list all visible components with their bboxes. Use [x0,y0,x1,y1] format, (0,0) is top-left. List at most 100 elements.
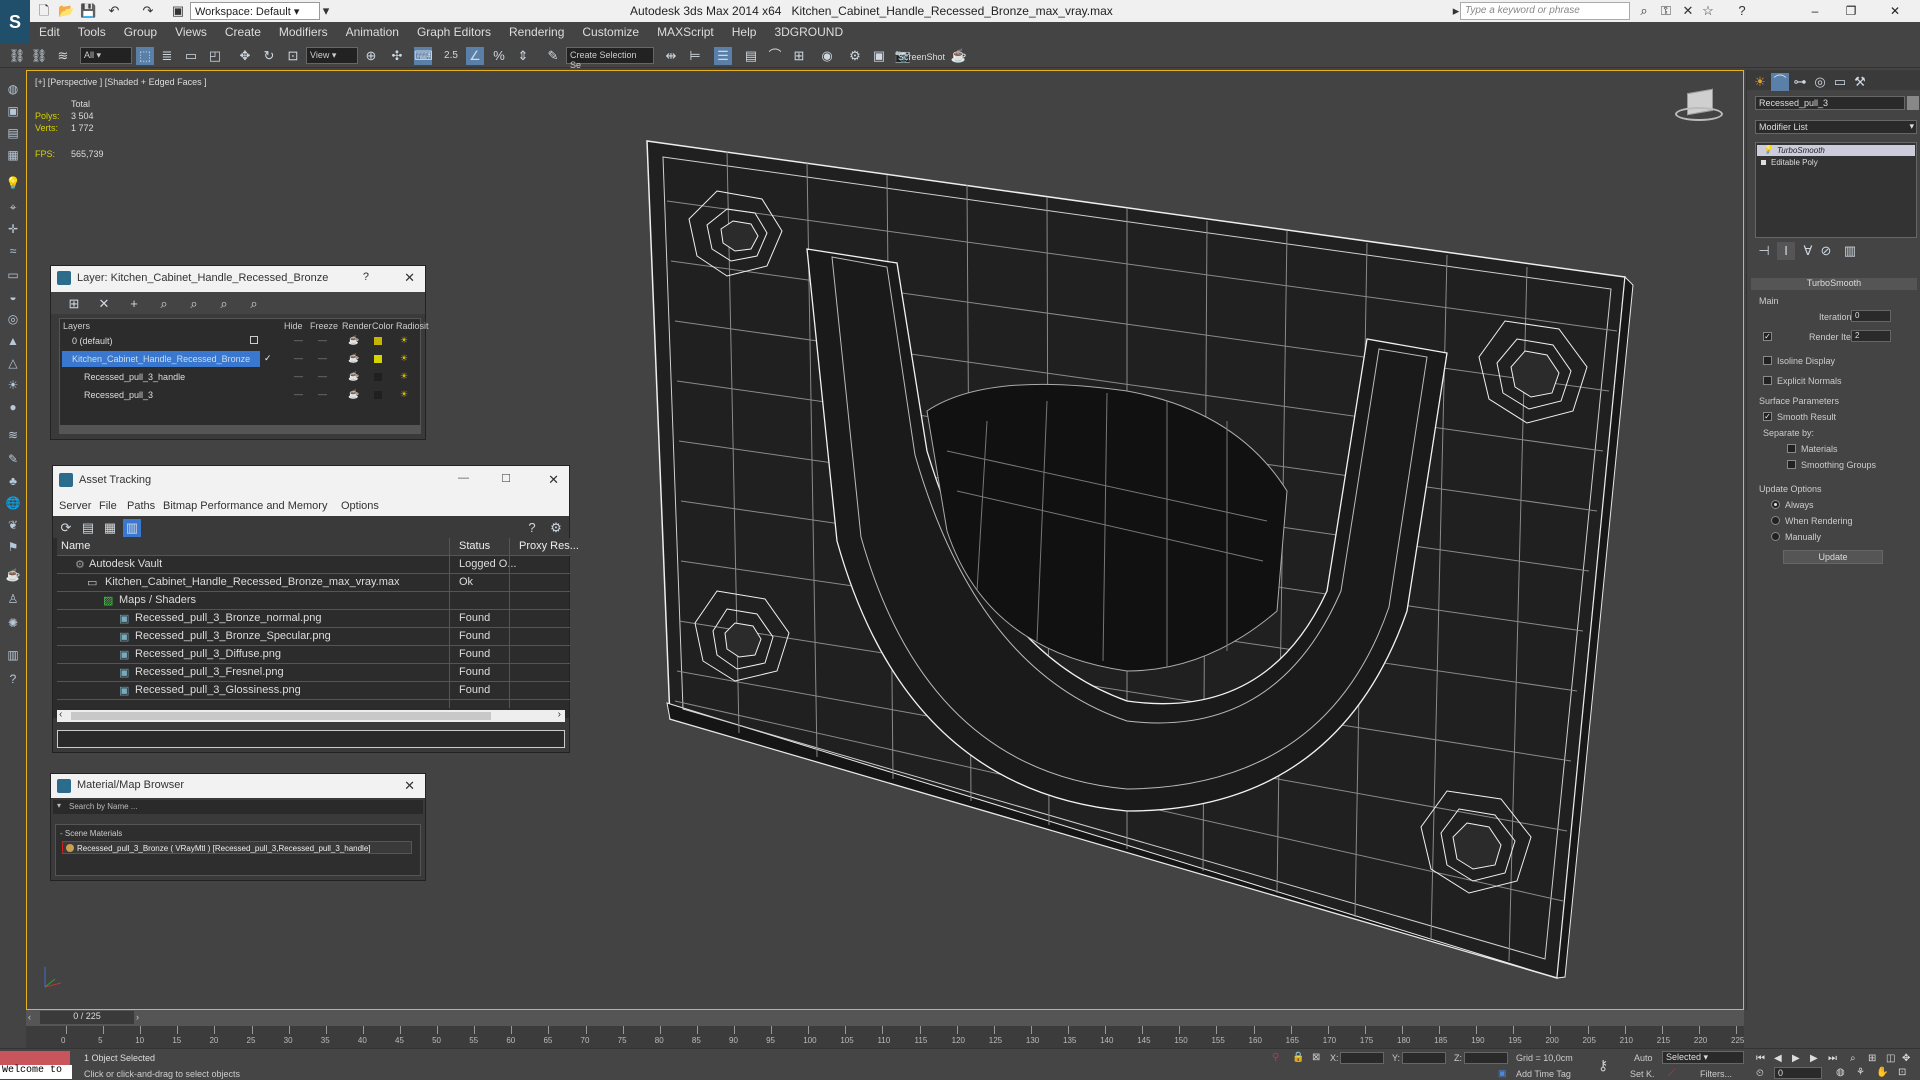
asset-row[interactable]: ▣ Recessed_pull_3_Glossiness.png Found [57,682,570,700]
rendered-frame-icon[interactable]: ▣ [870,47,888,65]
scroll-thumb[interactable] [71,712,491,720]
asset-header-status[interactable]: Status [459,540,490,552]
layer-horizontal-scrollbar[interactable] [60,425,420,433]
isoline-checkbox[interactable] [1763,356,1772,365]
radiosity-icon[interactable]: ☀ [400,353,408,364]
list-view-icon[interactable]: ▤ [79,519,97,537]
layer-window-help-button[interactable]: ? [363,271,369,283]
cloth-icon[interactable]: ⚑ [4,538,22,556]
select-rotate-icon[interactable]: ↻ [260,47,278,65]
layer-current-checkbox[interactable] [250,336,258,344]
expand-icon[interactable] [1761,160,1766,165]
modifier-stack-item-editable-poly[interactable]: Editable Poly [1757,157,1915,168]
select-manipulate-icon[interactable]: ✣ [388,47,406,65]
settings-icon[interactable]: ⚙ [547,519,565,537]
lock-selection-icon[interactable]: 🔒 [1292,1052,1304,1063]
angle-snap-icon[interactable]: ∠ [466,47,484,65]
menu-customize[interactable]: Customize [573,22,648,42]
layer-freeze-all-icon[interactable]: ⌕ [245,295,263,313]
asset-horizontal-scrollbar[interactable]: ‹ › [57,709,565,722]
asset-row[interactable]: ▭ Kitchen_Cabinet_Handle_Recessed_Bronze… [57,574,570,592]
radiosity-icon[interactable]: ☀ [400,371,408,382]
select-object-icon[interactable]: ⬚ [136,47,154,65]
torus-icon[interactable]: ◎ [4,310,22,328]
maximize-viewport-icon[interactable]: ⊡ [1898,1067,1906,1078]
layer-hide-all-icon[interactable]: ⌕ [215,295,233,313]
previous-frame-icon[interactable]: ◀ [1774,1053,1782,1064]
render-iters-spinner[interactable]: 2 [1851,330,1891,342]
asset-window-minimize-button[interactable]: — [458,472,469,484]
asset-row[interactable]: ▣ Recessed_pull_3_Bronze_Specular.png Fo… [57,628,570,646]
smoothing-groups-checkbox[interactable] [1787,460,1796,469]
asset-window-maximize-button[interactable]: ☐ [501,472,511,485]
asset-row[interactable]: ⚙ Autodesk Vault Logged O... [57,556,570,574]
create-box-icon[interactable]: ▣ [4,102,22,120]
refresh-icon[interactable]: ⟳ [57,519,75,537]
menu-modifiers[interactable]: Modifiers [270,22,337,42]
material-window-close-icon[interactable]: ✕ [404,778,415,794]
layer-color-swatch[interactable] [374,337,382,345]
curve-editor-icon[interactable]: ⌒ [766,47,784,65]
snaps-toggle-icon[interactable]: 2.5 [442,47,460,65]
modify-tab-icon[interactable]: ⌒ [1771,73,1789,91]
asset-menu-server[interactable]: Server [59,500,91,512]
asset-window-close-icon[interactable]: ✕ [548,472,559,488]
go-to-start-icon[interactable]: ⏮ [1756,1053,1765,1064]
layer-hide-toggle[interactable]: — [294,353,303,363]
select-scale-icon[interactable]: ⊡ [284,47,302,65]
layer-header-color[interactable]: Color [372,321,394,331]
time-slider[interactable]: ‹ 0 / 225 › [26,1010,1744,1026]
search-input[interactable]: Type a keyword or phrase [1460,2,1630,20]
help-icon[interactable]: ? [523,519,541,537]
material-window-titlebar[interactable]: Material/Map Browser ✕ [51,774,425,798]
layer-header-freeze[interactable]: Freeze [310,321,338,331]
create-tab-icon[interactable]: ☀ [1751,73,1769,91]
material-item[interactable]: Recessed_pull_3_Bronze ( VRayMtl ) [Rece… [62,841,412,854]
menu-tools[interactable]: Tools [69,22,115,42]
key-filters-button[interactable]: Filters... [1700,1069,1732,1079]
layer-color-swatch[interactable] [374,373,382,381]
absolute-mode-icon[interactable]: ⊠ [1312,1052,1320,1063]
asset-menu-bitmap-performance[interactable]: Bitmap Performance and Memory [163,500,327,512]
teapot-render-icon[interactable]: ☕ [348,371,359,382]
teapot-render-icon[interactable]: ☕ [348,353,359,364]
key-icon[interactable]: ⚿ [1658,3,1674,19]
maximize-button[interactable]: ❐ [1836,2,1866,20]
light-icon[interactable]: 💡 [4,174,22,192]
menu-rendering[interactable]: Rendering [500,22,573,42]
menu-maxscript[interactable]: MAXScript [648,22,723,42]
tree-icon[interactable]: ♣ [4,472,22,490]
materials-checkbox[interactable] [1787,444,1796,453]
geosphere-icon[interactable]: ● [4,398,22,416]
layer-header-radiosity[interactable]: Radiosit [396,321,429,331]
unlink-icon[interactable]: ⛓ [30,47,48,65]
object-color-swatch[interactable] [1907,96,1919,110]
maxscript-input[interactable]: Welcome to [0,1065,72,1079]
select-by-name-icon[interactable]: ≣ [158,47,176,65]
track-bar[interactable]: 0 5 10 15 20 25 30 35 40 45 50 55 60 65 70 75 80 85 90 95 10… [26,1026,1744,1048]
schematic-view-icon[interactable]: ⊞ [790,47,808,65]
layer-header-name[interactable]: Layers [63,321,90,331]
layer-add-selected-icon[interactable]: + [125,295,143,313]
undo-icon[interactable]: ↶ [106,3,122,19]
key-filter-dropdown[interactable]: Selected ▾ [1662,1051,1744,1064]
time-slider-prev-icon[interactable]: ‹ [28,1012,31,1022]
add-time-tag-label[interactable]: Add Time Tag [1516,1069,1571,1079]
spinner-snap-icon[interactable]: ⇕ [514,47,532,65]
layer-freeze-toggle[interactable]: — [318,353,327,363]
graphite-ribbon-icon[interactable]: ▤ [742,47,760,65]
menu-create[interactable]: Create [216,22,270,42]
next-frame-icon[interactable]: ▶ [1810,1053,1818,1064]
teapot-render-icon[interactable]: ☕ [950,47,968,65]
dropdown-arrow-icon[interactable]: ▾ [318,3,334,19]
asset-row[interactable]: ▣ Recessed_pull_3_Bronze_normal.png Foun… [57,610,570,628]
display-tab-icon[interactable]: ▭ [1831,73,1849,91]
asset-window-titlebar[interactable]: Asset Tracking — ☐ ✕ [53,466,569,496]
menu-3dground[interactable]: 3DGROUND [765,22,852,42]
cone-icon[interactable]: ▲ [4,332,22,350]
turbosmooth-rollout-header[interactable]: TurboSmooth [1751,278,1917,290]
pan-icon[interactable]: ✥ [1902,1053,1910,1064]
time-tag-icon[interactable]: ▣ [1498,1068,1507,1079]
smooth-result-checkbox[interactable]: ✓ [1763,412,1772,421]
current-frame-field[interactable]: 0 [1774,1067,1822,1079]
